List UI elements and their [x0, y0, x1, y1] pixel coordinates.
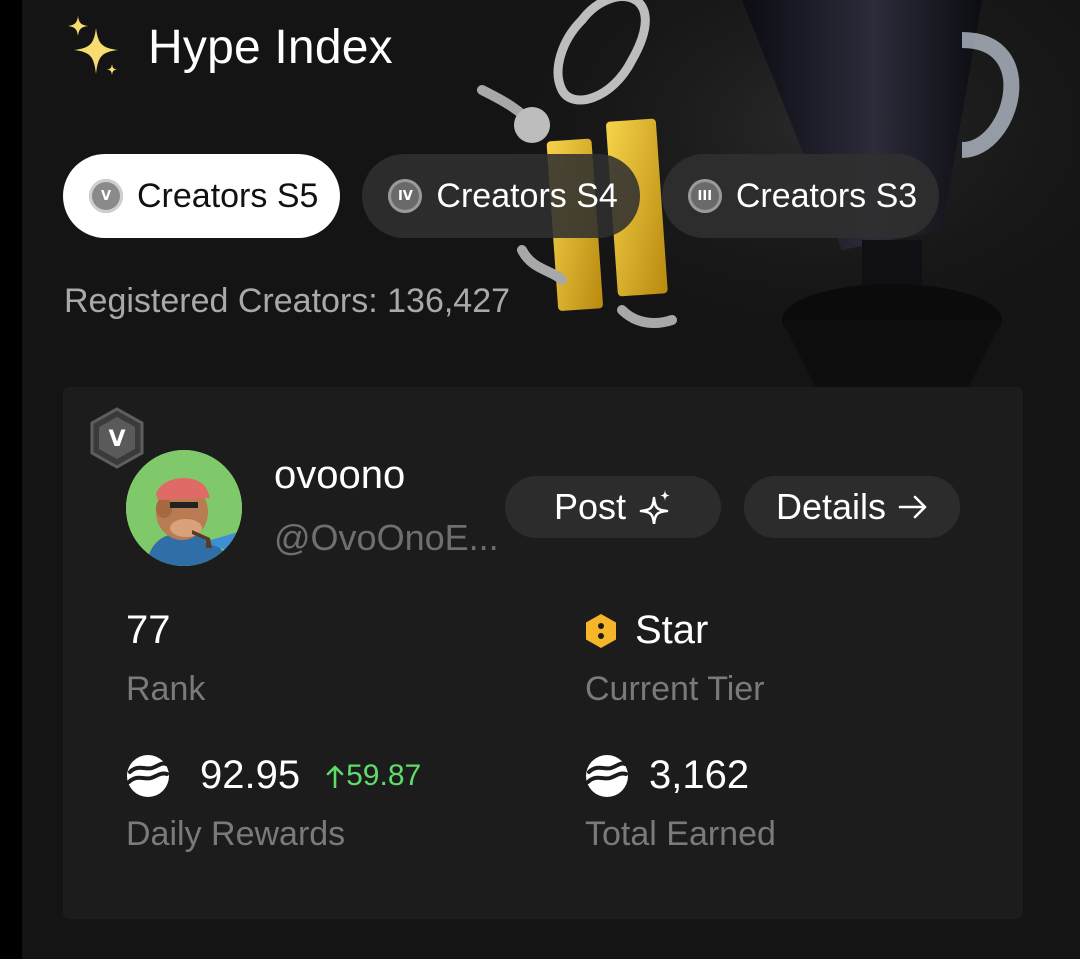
season-badge-label: V	[108, 427, 125, 452]
page-title: Hype Index	[148, 20, 393, 74]
sui-coin-icon	[586, 754, 628, 797]
daily-rewards-value: 92.95 59.87	[126, 753, 421, 798]
delta-amount: 59.87	[346, 758, 422, 792]
creator-username: ovoono	[274, 453, 406, 497]
rank-value: 77	[126, 608, 171, 653]
tab-creators-s3[interactable]: III Creators S3	[661, 154, 940, 238]
season-iii-badge-icon: III	[687, 179, 722, 213]
season-iv-badge-icon: IV	[388, 179, 423, 213]
rank-label: Rank	[126, 670, 206, 708]
tier-value: Star	[585, 608, 708, 653]
details-button[interactable]: Details	[744, 476, 960, 538]
daily-rewards-amount: 92.95	[200, 753, 301, 797]
total-earned-amount: 3,162	[649, 753, 750, 797]
registered-creators-count: Registered Creators: 136,427	[64, 282, 511, 320]
arrow-up-icon	[326, 765, 344, 788]
arrow-right-icon	[898, 495, 927, 519]
sparkle-icon	[68, 16, 118, 75]
post-label: Post	[553, 486, 627, 527]
tab-creators-s4[interactable]: IV Creators S4	[362, 154, 640, 238]
season-badge-icon: V	[90, 407, 144, 469]
page-header: Hype Index	[66, 16, 393, 78]
tab-label: Creators S5	[137, 176, 319, 215]
tab-label: Creators S3	[735, 176, 918, 215]
rank-number: 77	[126, 608, 171, 652]
tier-name: Star	[635, 608, 709, 652]
avatar[interactable]	[126, 450, 242, 566]
hype-index-panel: Hype Index V Creators S5 IV Creators S4 …	[22, 0, 1080, 959]
tab-creators-s5[interactable]: V Creators S5	[63, 154, 341, 238]
daily-rewards-label: Daily Rewards	[126, 815, 346, 853]
season-v-badge-icon: V	[89, 179, 123, 213]
creator-stats-card: V ovoono @OvoOnoE... Post Details 77 Ran…	[63, 387, 1023, 919]
total-earned-value: 3,162	[585, 753, 749, 798]
sparkle-icon	[639, 490, 671, 524]
sui-coin-icon	[127, 754, 169, 797]
post-button[interactable]: Post	[505, 476, 721, 538]
season-tabs: V Creators S5 IV Creators S4 III Creator…	[63, 154, 940, 238]
creator-handle: @OvoOnoE...	[274, 517, 499, 558]
total-earned-label: Total Earned	[585, 815, 776, 853]
tab-label: Creators S4	[436, 176, 618, 215]
details-label: Details	[775, 486, 887, 527]
star-tier-icon	[586, 613, 616, 648]
daily-rewards-delta: 59.87	[326, 759, 421, 793]
tier-label: Current Tier	[585, 670, 765, 708]
